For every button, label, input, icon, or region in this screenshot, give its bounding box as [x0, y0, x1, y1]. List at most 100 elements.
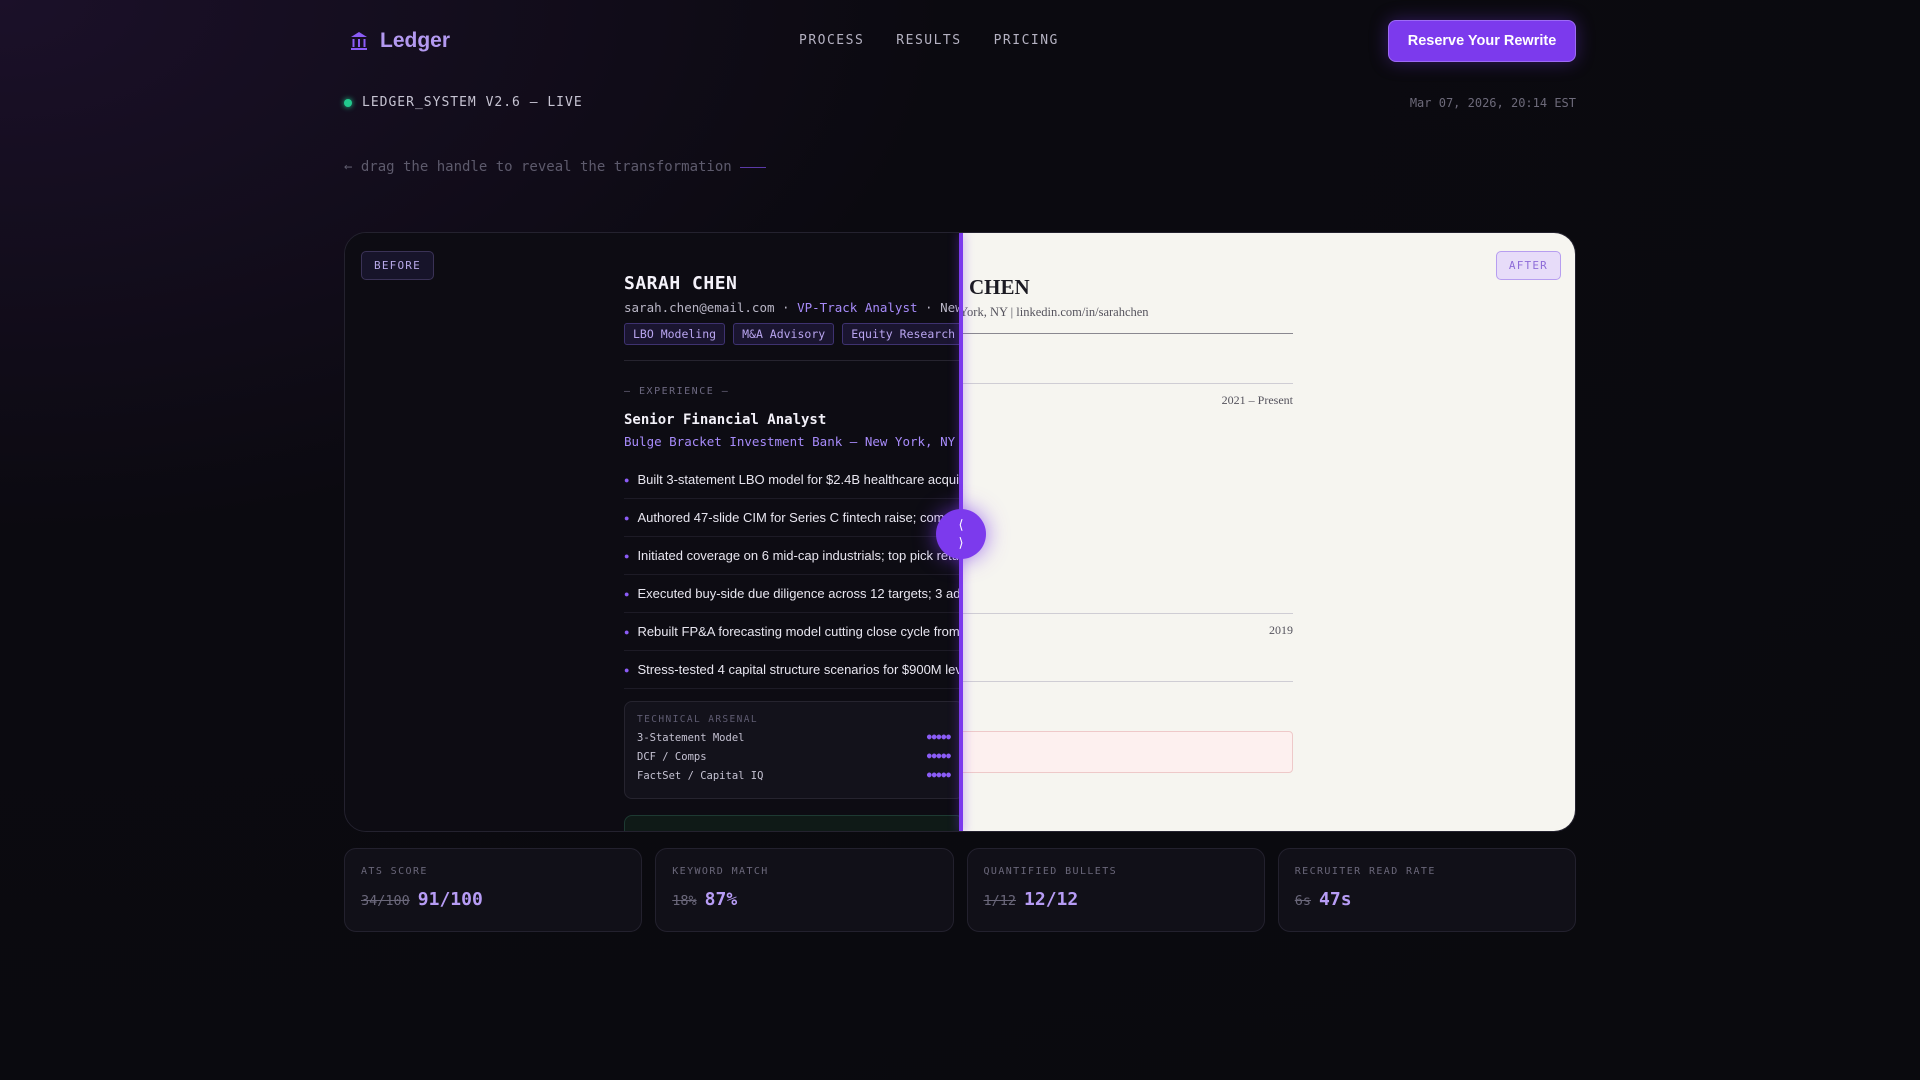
- skill-row: DCF / Comps ●●●●●: [637, 751, 951, 763]
- skill-rating: ●●●●●: [926, 751, 951, 760]
- divider: [624, 360, 961, 361]
- skill-name: 3-Statement Model: [637, 732, 745, 744]
- skill-row: FactSet / Capital IQ ●●●●●: [637, 770, 951, 782]
- list-item: ● Built 3-statement LBO model for $2.4B h…: [624, 461, 961, 499]
- bank-icon: [351, 32, 367, 50]
- skill-name: FactSet / Capital IQ: [637, 770, 764, 782]
- nav-link-process[interactable]: PROCESS: [799, 33, 864, 48]
- metrics-row: ATS SCORE 34/100 91/100 KEYWORD MATCH 18%…: [344, 848, 1576, 932]
- contact-line: New York, NY | linkedin.com/in/sarahchen: [961, 305, 1149, 319]
- new-value: 12/12: [1024, 889, 1079, 910]
- metric-label: ATS SCORE: [361, 866, 428, 877]
- drag-hint: ← drag the handle to reveal the transfor…: [344, 159, 766, 175]
- metric-values: 6s 47s: [1295, 889, 1559, 910]
- old-value: 18%: [672, 893, 697, 909]
- track-title: VP-Track Analyst: [797, 300, 918, 315]
- list-item: ● Executed buy-side due diligence across …: [624, 575, 961, 613]
- bullet-text: Rebuilt FP&A forecasting model cutting c…: [637, 624, 960, 639]
- before-after-slider[interactable]: BEFORE SARAH CHEN sarah.chen@email.com ·…: [344, 232, 1576, 832]
- technical-arsenal: TECHNICAL ARSENAL 3-Statement Model ●●●●●…: [624, 701, 961, 799]
- divider: [961, 333, 1293, 334]
- certification-box: [624, 815, 961, 831]
- bullet-icon: ●: [624, 588, 630, 599]
- metric-label: KEYWORD MATCH: [672, 866, 769, 877]
- bullet-list: ● Built 3-statement LBO model for $2.4B h…: [624, 461, 961, 689]
- bullet-text: Stress-tested 4 capital structure scenar…: [637, 662, 961, 677]
- metric-values: 18% 87%: [672, 889, 936, 910]
- candidate-name: SARAH CHEN: [624, 273, 738, 294]
- skill-rating: ●●●●●: [926, 770, 951, 779]
- before-resume: BEFORE SARAH CHEN sarah.chen@email.com ·…: [345, 233, 961, 831]
- chevron-right-icon: ⟩: [958, 535, 964, 550]
- old-value: 1/12: [983, 893, 1017, 909]
- arsenal-title: TECHNICAL ARSENAL: [637, 714, 759, 725]
- brand-logo[interactable]: Ledger: [350, 29, 450, 53]
- old-value: 6s: [1294, 893, 1312, 909]
- skill-chip: Equity Research: [842, 323, 961, 345]
- candidate-name: CHEN: [969, 275, 1030, 299]
- location: · New York, NY: [925, 300, 961, 315]
- metric-card-keywords: KEYWORD MATCH 18% 87%: [655, 848, 954, 932]
- new-value: 91/100: [417, 889, 483, 910]
- list-item: ● Stress-tested 4 capital structure scena…: [624, 651, 961, 689]
- old-value: 34/100: [361, 893, 410, 909]
- employer: Bulge Bracket Investment Bank — New York…: [624, 434, 956, 449]
- skill-rating: ●●●●●: [926, 732, 951, 741]
- metric-label: RECRUITER READ RATE: [1294, 866, 1436, 877]
- skill-chip: LBO Modeling: [624, 323, 726, 345]
- bullet-text: Authored 47-slide CIM for Series C finte…: [637, 510, 961, 525]
- metric-label: QUANTIFIED BULLETS: [983, 866, 1118, 877]
- after-resume: CHEN New York, NY | linkedin.com/in/sara…: [961, 233, 1575, 831]
- status-text: LEDGER_SYSTEM V2.6 — LIVE: [362, 95, 583, 110]
- metric-card-read-rate: RECRUITER READ RATE 6s 47s: [1277, 848, 1576, 932]
- section-heading: — EXPERIENCE —: [624, 386, 730, 397]
- email: sarah.chen@email.com: [624, 300, 775, 315]
- skill-chips: LBO Modeling M&A Advisory Equity Researc…: [624, 323, 961, 345]
- skill-chip: M&A Advisory: [733, 323, 835, 345]
- job-dates: 2019: [1269, 623, 1293, 637]
- system-status: LEDGER_SYSTEM V2.6 — LIVE: [344, 95, 583, 110]
- hint-line: [739, 166, 766, 168]
- chevron-left-icon: ⟨: [958, 517, 964, 532]
- timestamp: Mar 07, 2026, 20:14 EST: [1409, 96, 1576, 110]
- live-indicator: [344, 98, 352, 107]
- after-label: AFTER: [1495, 251, 1561, 280]
- bullet-icon: ●: [624, 474, 630, 485]
- metric-values: 1/12 12/12: [984, 889, 1248, 910]
- highlight-box: [961, 731, 1293, 773]
- job-title: Senior Financial Analyst: [624, 412, 827, 428]
- nav-link-pricing[interactable]: PRICING: [994, 33, 1059, 48]
- before-label: BEFORE: [361, 251, 434, 280]
- bullet-icon: ●: [624, 664, 630, 675]
- nav-link-results[interactable]: RESULTS: [896, 33, 961, 48]
- top-nav: Ledger PROCESS RESULTS PRICING Reserve Y…: [344, 20, 1576, 62]
- slider-handle[interactable]: ⟨ ⟩: [936, 509, 986, 559]
- list-item: ● Initiated coverage on 6 mid-cap industr…: [624, 537, 961, 575]
- metric-card-ats: ATS SCORE 34/100 91/100: [344, 848, 643, 932]
- skill-name: DCF / Comps: [637, 751, 707, 763]
- job-dates: 2021 – Present: [1221, 393, 1293, 407]
- reserve-rewrite-button[interactable]: Reserve Your Rewrite: [1388, 20, 1576, 62]
- list-item: ● Rebuilt FP&A forecasting model cutting …: [624, 613, 961, 651]
- skill-row: 3-Statement Model ●●●●●: [637, 732, 951, 744]
- divider: [961, 383, 1293, 384]
- bullet-text: Initiated coverage on 6 mid-cap industri…: [637, 548, 961, 563]
- divider: [961, 613, 1293, 614]
- bullet-text: Executed buy-side due diligence across 1…: [637, 586, 961, 601]
- contact-line: sarah.chen@email.com · VP-Track Analyst …: [624, 300, 961, 315]
- metric-values: 34/100 91/100: [361, 889, 625, 910]
- list-item: ● Authored 47-slide CIM for Series C fint…: [624, 499, 961, 537]
- drag-hint-text: ← drag the handle to reveal the transfor…: [344, 159, 732, 175]
- new-value: 47s: [1319, 889, 1352, 910]
- metric-card-bullets: QUANTIFIED BULLETS 1/12 12/12: [966, 848, 1265, 932]
- bullet-icon: ●: [624, 626, 630, 637]
- before-resume-content: SARAH CHEN sarah.chen@email.com · VP-Tra…: [624, 273, 961, 831]
- divider: [961, 681, 1293, 682]
- new-value: 87%: [704, 889, 738, 910]
- separator: ·: [774, 300, 798, 315]
- bullet-icon: ●: [624, 550, 630, 561]
- bullet-icon: ●: [624, 512, 630, 523]
- nav-links: PROCESS RESULTS PRICING: [799, 33, 1059, 48]
- bullet-text: Built 3-statement LBO model for $2.4B he…: [637, 472, 961, 487]
- brand-name: Ledger: [380, 29, 451, 52]
